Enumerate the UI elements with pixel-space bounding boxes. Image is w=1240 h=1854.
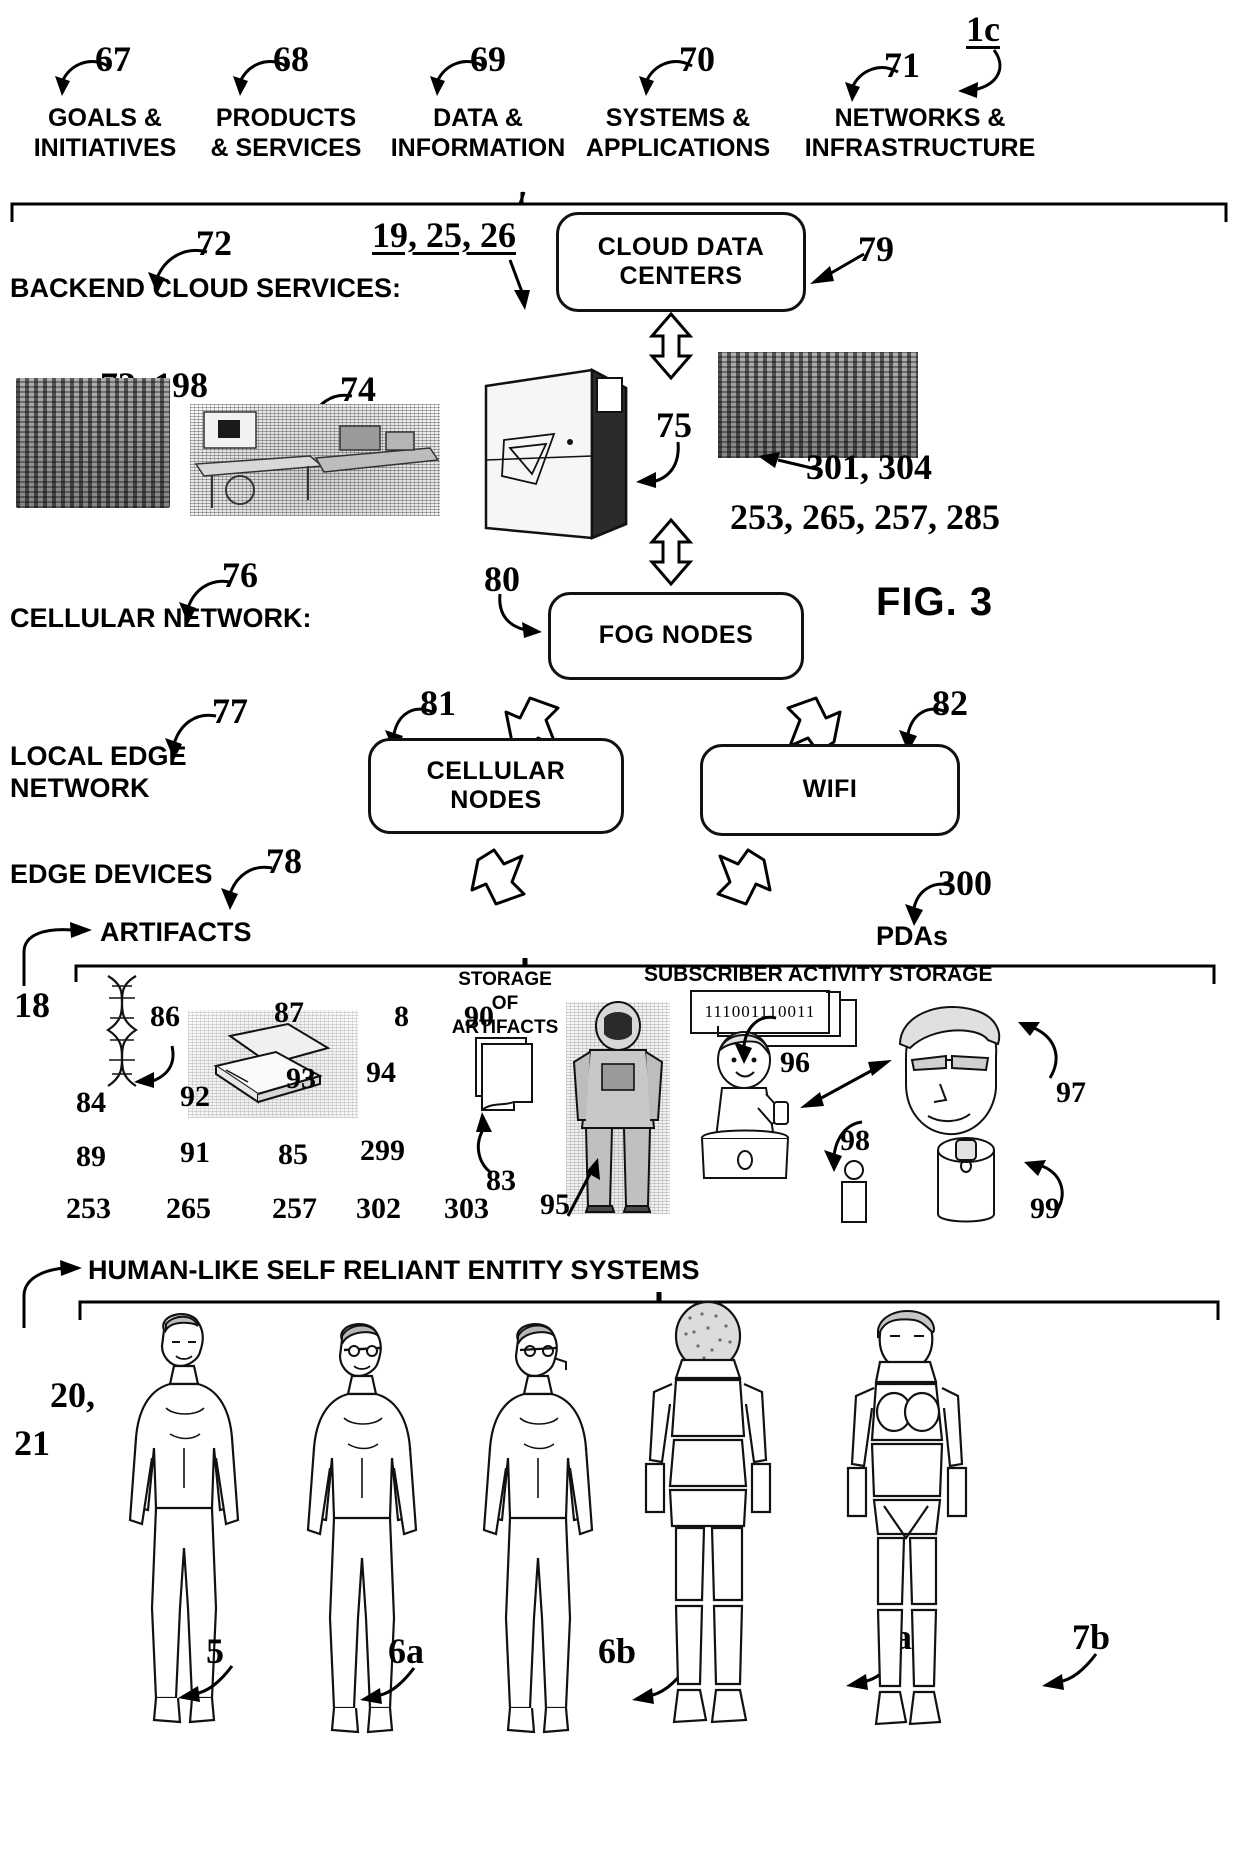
ref-number-6b: 6b	[598, 1631, 637, 1671]
box-label-cellular-nodes: CELLULAR NODES	[426, 756, 566, 815]
cylindrical-device-icon	[937, 1137, 995, 1223]
leader-arrow-70	[639, 60, 693, 96]
ref-number-6a: 6a	[388, 1631, 424, 1671]
subscriber-head-icon	[898, 1006, 1001, 1136]
ref-number-253-265-257-285: 253, 265, 257, 285	[730, 497, 1000, 537]
ref-number-19-25-26: 19, 25, 26	[372, 215, 516, 255]
artifact-number-257: 257	[272, 1192, 317, 1225]
ref-number-20-21: 20, 21	[14, 1322, 95, 1516]
tier-label-local-edge: LOCAL EDGE NETWORK	[10, 741, 187, 804]
leader-arrow-entity-systems	[22, 1260, 82, 1328]
artifact-number-299: 299	[360, 1134, 405, 1167]
double-headed-arrow-96-97	[800, 1060, 892, 1108]
jagged-arrow-wifi-to-devices	[716, 848, 772, 906]
leader-arrow-97	[1018, 1022, 1058, 1079]
box-label-wifi: WIFI	[802, 775, 858, 804]
mainframe-tower-illustration	[484, 367, 628, 540]
ref-number-83: 83	[486, 1164, 516, 1197]
entity-figure-7a	[644, 1300, 772, 1724]
server-rack-photo-right	[718, 352, 918, 458]
ref-number-86: 86	[150, 1000, 180, 1033]
box-wifi[interactable]: WIFI	[700, 744, 960, 836]
column-label-networks: NETWORKS & INFRASTRUCTURE	[804, 104, 1036, 162]
ref-number-87: 87	[274, 996, 304, 1029]
leader-arrow-19-25-26	[508, 259, 530, 310]
leader-arrow-78	[221, 865, 273, 910]
double-arrow-mainframe-to-fog	[648, 517, 694, 587]
box-fog-nodes[interactable]: FOG NODES	[548, 592, 804, 680]
entity-figure-7b	[846, 1310, 968, 1726]
leader-arrow-86	[134, 1045, 175, 1088]
artifact-number-91: 91	[180, 1136, 210, 1169]
entity-systems-heading: HUMAN-LIKE SELF RELIANT ENTITY SYSTEMS	[88, 1255, 700, 1285]
artifact-number-8: 8	[394, 1000, 409, 1033]
leader-arrow-96	[734, 1015, 777, 1064]
leader-arrow-71	[845, 66, 899, 102]
artifact-number-92: 92	[180, 1080, 210, 1113]
artifact-number-302: 302	[356, 1192, 401, 1225]
artifact-number-253: 253	[66, 1192, 111, 1225]
box-label-fog-nodes: FOG NODES	[598, 621, 754, 650]
subscriber-activity-heading: SUBSCRIBER ACTIVITY STORAGE	[644, 963, 993, 986]
double-arrow-cloud-to-mainframe	[648, 311, 694, 381]
leader-arrow-79	[810, 252, 865, 284]
jagged-arrow-cellular-to-devices	[470, 848, 526, 906]
leader-arrow-68	[233, 60, 287, 96]
pdas-label: PDAs	[876, 921, 949, 951]
artifact-number-89: 89	[76, 1140, 106, 1173]
artifact-number-265: 265	[166, 1192, 211, 1225]
column-headers: 67 GOALS & INITIATIVES 68 PRODUCTS & SER…	[0, 0, 1240, 180]
box-cellular-nodes[interactable]: CELLULAR NODES	[368, 738, 624, 834]
storage-of-artifacts-label: STORAGE OF ARTIFACTS	[451, 969, 559, 1038]
entity-figure-6b	[482, 1323, 594, 1734]
artifact-number-93: 93	[286, 1062, 316, 1095]
column-label-data: DATA & INFORMATION	[390, 104, 566, 162]
artifact-number-84: 84	[76, 1086, 106, 1119]
column-label-goals: GOALS & INITIATIVES	[33, 104, 177, 162]
document-stack-icon	[475, 1037, 533, 1111]
artifact-number-94: 94	[366, 1056, 396, 1089]
leader-arrow-75	[636, 441, 680, 488]
leader-arrow-5	[178, 1665, 234, 1702]
leader-arrow-69	[430, 60, 484, 96]
artifact-number-303: 303	[444, 1192, 489, 1225]
ref-number-7b: 7b	[1072, 1617, 1111, 1657]
artifacts-heading: ARTIFACTS	[100, 917, 252, 947]
tier-label-backend: BACKEND CLOUD SERVICES:	[10, 273, 402, 303]
tier-label-edge-devices: EDGE DEVICES	[10, 859, 213, 889]
leader-arrow-80	[498, 593, 542, 638]
sheet-ref-1c: 1c	[966, 9, 1000, 49]
office-workstation-sketch	[194, 411, 440, 508]
leader-arrow-67	[55, 60, 109, 96]
column-label-products: PRODUCTS & SERVICES	[210, 104, 362, 162]
box-cloud-data-centers[interactable]: CLOUD DATA CENTERS	[556, 212, 806, 312]
leader-arrow-1c	[958, 49, 1002, 98]
ref-number-97: 97	[1056, 1076, 1086, 1109]
ref-number-5: 5	[206, 1631, 224, 1671]
ref-number-18: 18	[14, 985, 50, 1025]
artifact-number-85: 85	[278, 1138, 308, 1171]
ref-number-301-304: 301, 304	[806, 447, 932, 487]
box-label-cloud-data-centers: CLOUD DATA CENTERS	[597, 232, 765, 291]
patent-figure-page: 67 GOALS & INITIATIVES 68 PRODUCTS & SER…	[0, 0, 1240, 1854]
figure-title: FIG. 3	[876, 580, 994, 624]
ref-number-98: 98	[840, 1124, 870, 1157]
column-label-systems: SYSTEMS & APPLICATIONS	[585, 104, 771, 162]
ref-number-99: 99	[1030, 1192, 1060, 1225]
tier-label-cellular: CELLULAR NETWORK:	[10, 603, 312, 633]
ref-number-95: 95	[540, 1188, 570, 1221]
wearable-device-icon	[841, 1160, 867, 1223]
ref-number-20-21-text: 20, 21	[14, 1374, 95, 1464]
server-rack-photo-left	[16, 378, 170, 508]
